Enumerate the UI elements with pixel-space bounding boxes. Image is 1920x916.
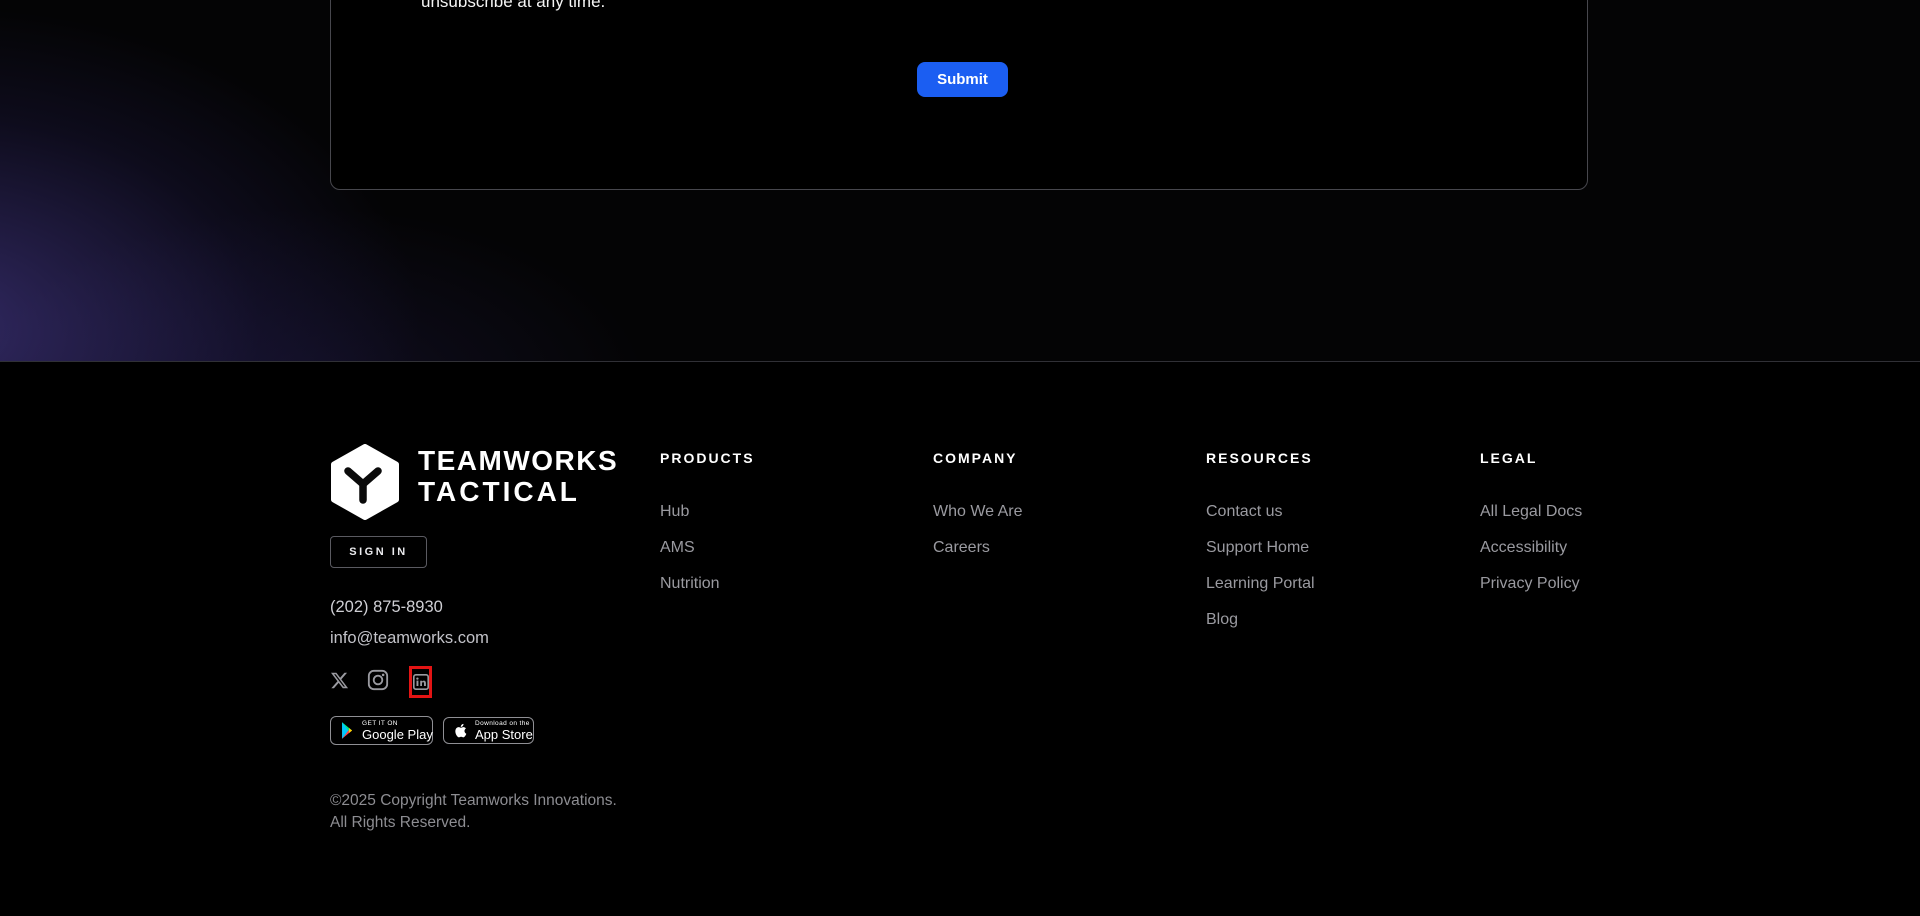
google-play-icon [340, 721, 354, 740]
google-play-label: Google Play [362, 726, 433, 742]
footer-link-learning-portal[interactable]: Learning Portal [1206, 575, 1315, 592]
list-item: AMS [660, 530, 890, 566]
phone-link[interactable]: (202) 875-8930 [330, 598, 443, 617]
brand-wordmark: TEAMWORKS TACTICAL [418, 446, 618, 508]
copyright: ©2025 Copyright Teamworks Innovations. A… [330, 790, 617, 834]
list-item: Blog [1206, 602, 1436, 638]
email-link[interactable]: info@teamworks.com [330, 629, 489, 648]
brand-name-line1: TEAMWORKS [418, 445, 619, 476]
footer-link-careers[interactable]: Careers [933, 539, 990, 556]
teamworks-logo-icon[interactable] [330, 444, 400, 525]
footer-column-products: PRODUCTS Hub AMS Nutrition [660, 450, 890, 602]
footer-link-nutrition[interactable]: Nutrition [660, 575, 720, 592]
footer-column-company: COMPANY Who We Are Careers [933, 450, 1163, 566]
column-title-company: COMPANY [933, 450, 1018, 466]
footer-link-contact-us[interactable]: Contact us [1206, 503, 1282, 520]
unsubscribe-disclaimer: unsubscribe at any time. [421, 0, 606, 11]
column-title-legal: LEGAL [1480, 450, 1538, 466]
list-item: Accessibility [1480, 530, 1710, 566]
footer: TEAMWORKS TACTICAL SIGN IN (202) 875-893… [0, 363, 1920, 916]
brand-name-line2: TACTICAL [418, 476, 580, 507]
app-store-badge[interactable]: Download on the App Store [443, 717, 534, 744]
linkedin-icon[interactable] [412, 674, 429, 690]
footer-link-privacy-policy[interactable]: Privacy Policy [1480, 575, 1580, 592]
app-store-label: App Store [475, 726, 533, 742]
footer-link-who-we-are[interactable]: Who We Are [933, 503, 1023, 520]
copyright-line2: All Rights Reserved. [330, 814, 471, 831]
submit-button[interactable]: Submit [917, 62, 1008, 97]
list-item: Privacy Policy [1480, 566, 1710, 602]
list-item: Learning Portal [1206, 566, 1436, 602]
footer-link-support-home[interactable]: Support Home [1206, 539, 1309, 556]
list-item: Nutrition [660, 566, 890, 602]
footer-link-blog[interactable]: Blog [1206, 611, 1238, 628]
google-play-badge[interactable]: GET IT ON Google Play [330, 716, 433, 745]
sign-in-button[interactable]: SIGN IN [330, 536, 427, 568]
column-title-products: PRODUCTS [660, 450, 755, 466]
list-item: Support Home [1206, 530, 1436, 566]
footer-column-legal: LEGAL All Legal Docs Accessibility Priva… [1480, 450, 1710, 602]
footer-link-accessibility[interactable]: Accessibility [1480, 539, 1567, 556]
newsletter-section: unsubscribe at any time. Submit [0, 0, 1920, 362]
list-item: Hub [660, 494, 890, 530]
list-item: All Legal Docs [1480, 494, 1710, 530]
list-item: Contact us [1206, 494, 1436, 530]
column-title-resources: RESOURCES [1206, 450, 1313, 466]
list-item: Who We Are [933, 494, 1163, 530]
x-twitter-icon[interactable] [330, 671, 349, 695]
footer-link-hub[interactable]: Hub [660, 503, 689, 520]
footer-link-all-legal-docs[interactable]: All Legal Docs [1480, 503, 1582, 520]
footer-column-resources: RESOURCES Contact us Support Home Learni… [1206, 450, 1436, 638]
annotation-highlight-box [409, 666, 432, 698]
footer-link-ams[interactable]: AMS [660, 539, 695, 556]
instagram-icon[interactable] [367, 669, 389, 696]
list-item: Careers [933, 530, 1163, 566]
copyright-line1: ©2025 Copyright Teamworks Innovations. [330, 792, 617, 809]
newsletter-card: unsubscribe at any time. Submit [330, 0, 1588, 190]
apple-icon [453, 722, 467, 739]
